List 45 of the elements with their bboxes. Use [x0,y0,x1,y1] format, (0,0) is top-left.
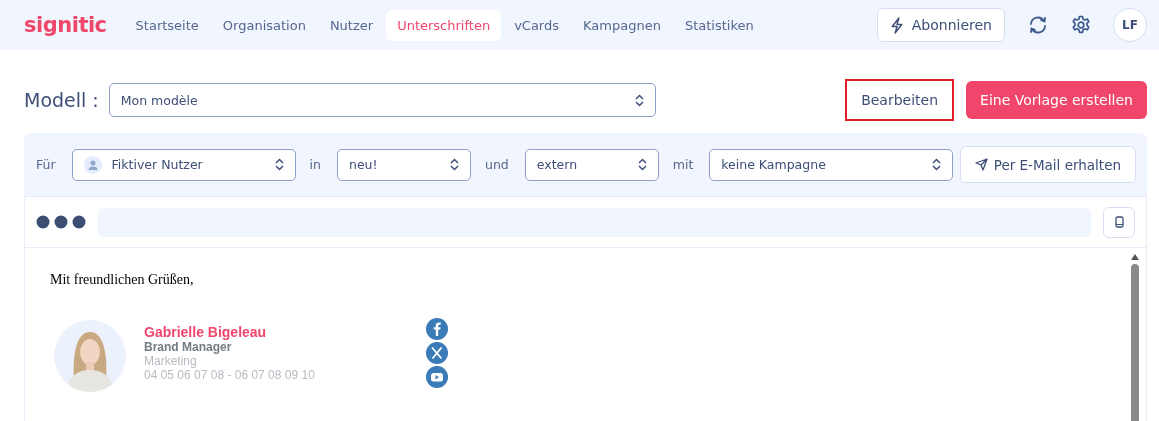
greeting-text: Mit freundlichen Grüßen, [50,272,195,288]
nav-tab[interactable]: Statistiken [673,9,765,41]
nav-tab[interactable]: Kampagnen [572,9,672,41]
filter-select[interactable]: keine Kampagne [709,148,954,181]
chevron-updown-icon [932,158,942,171]
model-label: Modell : [24,89,99,111]
x-icon[interactable] [426,342,448,364]
model-select[interactable]: Mon modèle [108,83,656,117]
user-avatar[interactable]: LF [1113,8,1147,42]
lightning-icon [889,16,904,34]
nav-tab[interactable]: Unterschriften [386,9,502,41]
window-dots-icon [36,215,86,229]
person-name: Gabrielle Bigeleau [144,324,268,340]
edit-button[interactable]: Bearbeiten [845,79,955,121]
send-icon [974,158,988,171]
phone-numbers: 04 05 06 07 08 - 06 07 08 09 10 [144,368,316,382]
phone-icon [1114,216,1124,228]
job-title: Brand Manager [144,340,233,354]
facebook-icon[interactable] [426,318,448,340]
mobile-view-button[interactable] [1103,206,1135,238]
scroll-up-arrow-icon[interactable] [1131,254,1139,260]
settings-icon[interactable] [1071,15,1091,35]
nav-tab[interactable]: Organisation [211,9,317,41]
filter-label: mit [672,157,694,172]
filter-label: und [485,157,509,172]
subscribe-button[interactable]: Abonnieren [876,8,1005,42]
filter-label: in [309,157,321,172]
user-icon [83,155,102,174]
filter-select[interactable]: neu! [337,148,471,181]
nav-tab[interactable]: Nutzer [318,9,385,41]
create-template-button[interactable]: Eine Vorlage erstellen [966,81,1147,119]
chevron-updown-icon [274,158,284,171]
chevron-updown-icon [450,158,459,171]
sync-icon[interactable] [1027,15,1049,35]
youtube-icon[interactable] [426,366,448,388]
send-email-button[interactable]: Per E-Mail erhalten [959,146,1136,183]
chevron-updown-icon [634,93,644,107]
filter-select[interactable]: Fiktiver Nutzer [71,148,296,181]
filter-select[interactable]: extern [524,148,659,181]
department-text: Marketing [144,354,198,368]
scrollbar-thumb[interactable] [1131,264,1139,421]
nav-tab[interactable]: Startseite [124,9,210,41]
chevron-updown-icon [637,158,647,171]
filter-label: Für [36,157,56,172]
nav-tab[interactable]: vCards [503,9,570,41]
